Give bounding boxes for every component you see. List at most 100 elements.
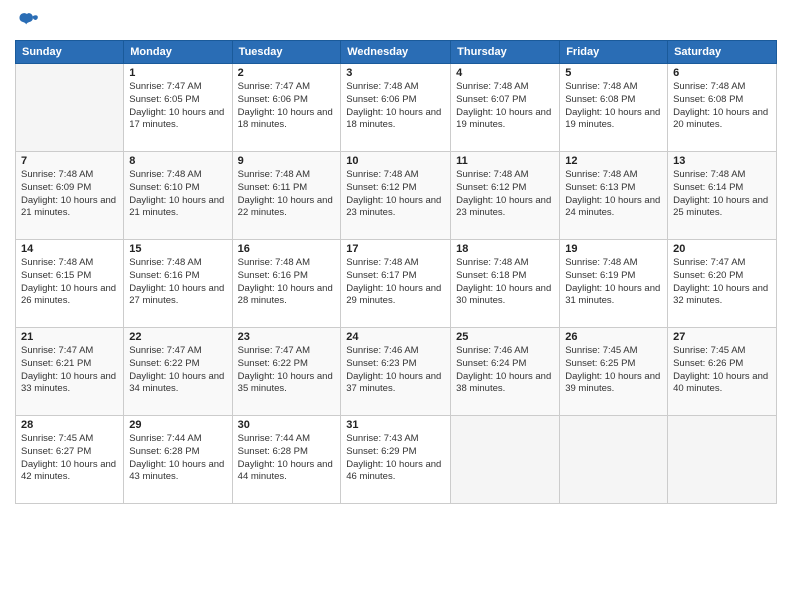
weekday-header-friday: Friday [560, 41, 668, 64]
sunrise-label: Sunrise: 7:48 AM [456, 169, 528, 180]
week-row-5: 28 Sunrise: 7:45 AM Sunset: 6:27 PM Dayl… [16, 416, 777, 504]
daylight-label: Daylight: 10 hours and 35 minutes. [238, 371, 333, 395]
sunset-label: Sunset: 6:23 PM [346, 358, 416, 369]
sunset-label: Sunset: 6:12 PM [346, 182, 416, 193]
sunset-label: Sunset: 6:10 PM [129, 182, 199, 193]
sunset-label: Sunset: 6:06 PM [346, 94, 416, 105]
daylight-label: Daylight: 10 hours and 43 minutes. [129, 459, 224, 483]
sunrise-label: Sunrise: 7:48 AM [346, 81, 418, 92]
calendar-cell: 8 Sunrise: 7:48 AM Sunset: 6:10 PM Dayli… [124, 152, 232, 240]
day-info: Sunrise: 7:48 AM Sunset: 6:12 PM Dayligh… [456, 169, 554, 220]
sunrise-label: Sunrise: 7:44 AM [129, 433, 201, 444]
calendar-cell: 16 Sunrise: 7:48 AM Sunset: 6:16 PM Dayl… [232, 240, 341, 328]
daylight-label: Daylight: 10 hours and 18 minutes. [238, 107, 333, 131]
sunrise-label: Sunrise: 7:48 AM [129, 169, 201, 180]
calendar-cell: 27 Sunrise: 7:45 AM Sunset: 6:26 PM Dayl… [668, 328, 777, 416]
sunrise-label: Sunrise: 7:45 AM [673, 345, 745, 356]
sunset-label: Sunset: 6:16 PM [238, 270, 308, 281]
daylight-label: Daylight: 10 hours and 38 minutes. [456, 371, 551, 395]
daylight-label: Daylight: 10 hours and 28 minutes. [238, 283, 333, 307]
sunset-label: Sunset: 6:09 PM [21, 182, 91, 193]
sunrise-label: Sunrise: 7:46 AM [456, 345, 528, 356]
day-number: 11 [456, 155, 554, 167]
day-number: 19 [565, 243, 662, 255]
daylight-label: Daylight: 10 hours and 23 minutes. [346, 195, 441, 219]
daylight-label: Daylight: 10 hours and 37 minutes. [346, 371, 441, 395]
sunrise-label: Sunrise: 7:47 AM [21, 345, 93, 356]
calendar-cell: 29 Sunrise: 7:44 AM Sunset: 6:28 PM Dayl… [124, 416, 232, 504]
day-info: Sunrise: 7:48 AM Sunset: 6:08 PM Dayligh… [565, 81, 662, 132]
daylight-label: Daylight: 10 hours and 40 minutes. [673, 371, 768, 395]
sunset-label: Sunset: 6:08 PM [673, 94, 743, 105]
day-info: Sunrise: 7:48 AM Sunset: 6:16 PM Dayligh… [238, 257, 336, 308]
sunrise-label: Sunrise: 7:48 AM [565, 169, 637, 180]
day-info: Sunrise: 7:45 AM Sunset: 6:26 PM Dayligh… [673, 345, 771, 396]
day-number: 31 [346, 419, 445, 431]
day-number: 23 [238, 331, 336, 343]
daylight-label: Daylight: 10 hours and 19 minutes. [456, 107, 551, 131]
calendar-cell: 30 Sunrise: 7:44 AM Sunset: 6:28 PM Dayl… [232, 416, 341, 504]
calendar-cell: 25 Sunrise: 7:46 AM Sunset: 6:24 PM Dayl… [451, 328, 560, 416]
day-info: Sunrise: 7:48 AM Sunset: 6:13 PM Dayligh… [565, 169, 662, 220]
daylight-label: Daylight: 10 hours and 33 minutes. [21, 371, 116, 395]
sunrise-label: Sunrise: 7:48 AM [456, 81, 528, 92]
logo [15, 10, 43, 34]
sunset-label: Sunset: 6:08 PM [565, 94, 635, 105]
day-number: 7 [21, 155, 118, 167]
day-info: Sunrise: 7:44 AM Sunset: 6:28 PM Dayligh… [238, 433, 336, 484]
day-info: Sunrise: 7:48 AM Sunset: 6:16 PM Dayligh… [129, 257, 226, 308]
calendar-cell [560, 416, 668, 504]
day-info: Sunrise: 7:48 AM Sunset: 6:15 PM Dayligh… [21, 257, 118, 308]
day-number: 29 [129, 419, 226, 431]
day-number: 17 [346, 243, 445, 255]
sunset-label: Sunset: 6:28 PM [238, 446, 308, 457]
sunset-label: Sunset: 6:25 PM [565, 358, 635, 369]
day-number: 6 [673, 67, 771, 79]
day-number: 9 [238, 155, 336, 167]
sunset-label: Sunset: 6:11 PM [238, 182, 308, 193]
sunset-label: Sunset: 6:18 PM [456, 270, 526, 281]
weekday-header-row: SundayMondayTuesdayWednesdayThursdayFrid… [16, 41, 777, 64]
day-info: Sunrise: 7:48 AM Sunset: 6:19 PM Dayligh… [565, 257, 662, 308]
weekday-header-thursday: Thursday [451, 41, 560, 64]
daylight-label: Daylight: 10 hours and 31 minutes. [565, 283, 660, 307]
sunrise-label: Sunrise: 7:48 AM [238, 257, 310, 268]
day-number: 15 [129, 243, 226, 255]
day-info: Sunrise: 7:48 AM Sunset: 6:17 PM Dayligh… [346, 257, 445, 308]
sunset-label: Sunset: 6:29 PM [346, 446, 416, 457]
calendar-cell: 14 Sunrise: 7:48 AM Sunset: 6:15 PM Dayl… [16, 240, 124, 328]
day-info: Sunrise: 7:48 AM Sunset: 6:14 PM Dayligh… [673, 169, 771, 220]
calendar-cell: 3 Sunrise: 7:48 AM Sunset: 6:06 PM Dayli… [341, 64, 451, 152]
day-info: Sunrise: 7:48 AM Sunset: 6:06 PM Dayligh… [346, 81, 445, 132]
sunset-label: Sunset: 6:21 PM [21, 358, 91, 369]
day-info: Sunrise: 7:46 AM Sunset: 6:23 PM Dayligh… [346, 345, 445, 396]
calendar-cell: 23 Sunrise: 7:47 AM Sunset: 6:22 PM Dayl… [232, 328, 341, 416]
sunrise-label: Sunrise: 7:47 AM [129, 345, 201, 356]
header [15, 10, 777, 34]
calendar-cell: 1 Sunrise: 7:47 AM Sunset: 6:05 PM Dayli… [124, 64, 232, 152]
calendar-cell: 15 Sunrise: 7:48 AM Sunset: 6:16 PM Dayl… [124, 240, 232, 328]
logo-bird-icon [15, 10, 39, 34]
sunrise-label: Sunrise: 7:48 AM [456, 257, 528, 268]
calendar-cell: 11 Sunrise: 7:48 AM Sunset: 6:12 PM Dayl… [451, 152, 560, 240]
sunrise-label: Sunrise: 7:45 AM [21, 433, 93, 444]
day-number: 10 [346, 155, 445, 167]
calendar-cell: 9 Sunrise: 7:48 AM Sunset: 6:11 PM Dayli… [232, 152, 341, 240]
day-number: 24 [346, 331, 445, 343]
sunrise-label: Sunrise: 7:47 AM [238, 81, 310, 92]
day-info: Sunrise: 7:48 AM Sunset: 6:10 PM Dayligh… [129, 169, 226, 220]
week-row-2: 7 Sunrise: 7:48 AM Sunset: 6:09 PM Dayli… [16, 152, 777, 240]
day-number: 18 [456, 243, 554, 255]
day-info: Sunrise: 7:48 AM Sunset: 6:12 PM Dayligh… [346, 169, 445, 220]
sunrise-label: Sunrise: 7:45 AM [565, 345, 637, 356]
day-number: 25 [456, 331, 554, 343]
day-info: Sunrise: 7:45 AM Sunset: 6:25 PM Dayligh… [565, 345, 662, 396]
calendar-cell: 17 Sunrise: 7:48 AM Sunset: 6:17 PM Dayl… [341, 240, 451, 328]
sunrise-label: Sunrise: 7:47 AM [129, 81, 201, 92]
daylight-label: Daylight: 10 hours and 39 minutes. [565, 371, 660, 395]
day-info: Sunrise: 7:47 AM Sunset: 6:22 PM Dayligh… [238, 345, 336, 396]
day-number: 27 [673, 331, 771, 343]
day-number: 1 [129, 67, 226, 79]
sunset-label: Sunset: 6:13 PM [565, 182, 635, 193]
day-number: 26 [565, 331, 662, 343]
